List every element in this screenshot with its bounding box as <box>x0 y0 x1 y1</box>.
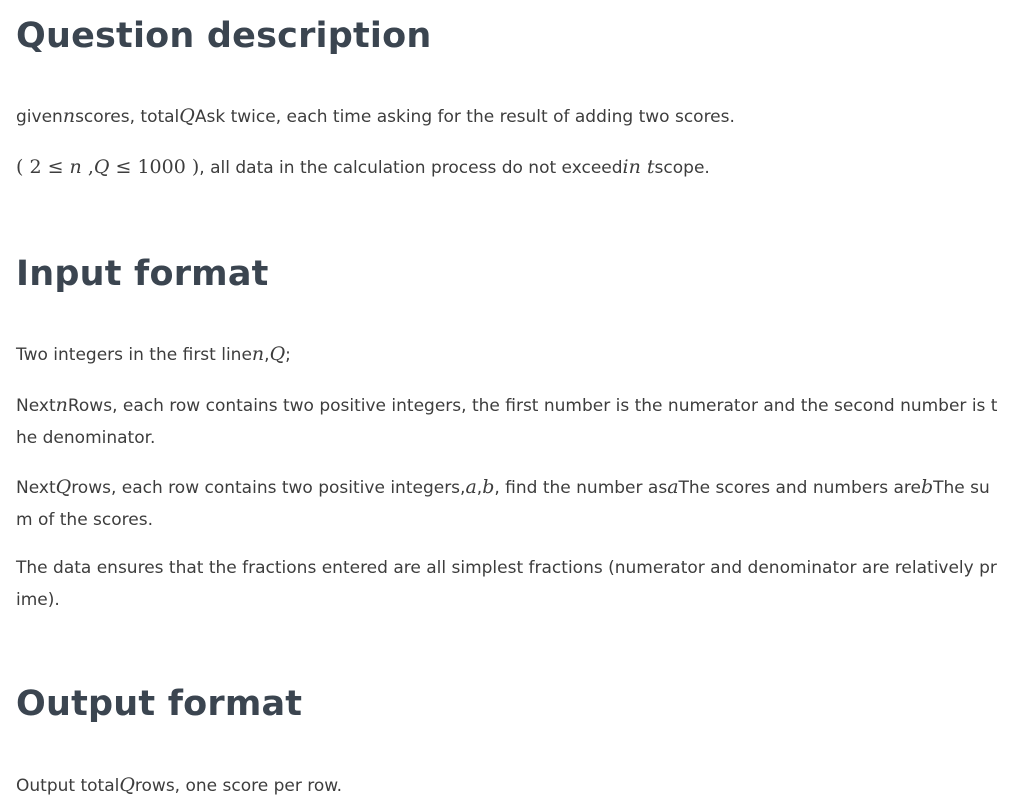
math-n: n <box>69 156 82 178</box>
text: scores, total <box>75 107 180 127</box>
math-in: in <box>622 156 641 178</box>
math-le: ≤ <box>41 156 70 178</box>
input-paragraph-2: NextnRows, each row contains two positiv… <box>16 389 1001 454</box>
input-paragraph-4: The data ensures that the fractions ente… <box>16 552 1001 616</box>
text: given <box>16 107 63 127</box>
text: Ask twice, each time asking for the resu… <box>194 107 735 127</box>
text: ; <box>285 345 291 365</box>
math-2: 2 <box>29 156 42 178</box>
text: rows, one score per row. <box>134 776 343 796</box>
heading-output-format: Output format <box>16 684 303 724</box>
math-1000: 1000 <box>137 156 186 178</box>
description-paragraph-2: ( 2 ≤ n ,Q ≤ 1000 ), all data in the cal… <box>16 151 1001 184</box>
text: Two integers in the first line <box>16 345 252 365</box>
math-t: t <box>640 156 655 178</box>
input-paragraph-1: Two integers in the first linen,Q; <box>16 338 1001 371</box>
math-n: n <box>62 105 76 127</box>
text: The data ensures that the fractions ente… <box>16 558 997 610</box>
math-Q: Q <box>269 343 286 365</box>
description-paragraph-1: givennscores, totalQAsk twice, each time… <box>16 100 1001 133</box>
input-paragraph-3: NextQrows, each row contains two positiv… <box>16 471 1001 536</box>
text: scope. <box>654 158 710 178</box>
text: The scores and numbers are <box>678 478 921 498</box>
math-Q: Q <box>119 774 135 796</box>
math-comma: , <box>81 156 94 178</box>
math-a: a <box>465 476 477 498</box>
math-n: n <box>251 343 265 365</box>
math-Q: Q <box>179 105 195 127</box>
text: Rows, each row contains two positive int… <box>16 396 998 448</box>
text: Next <box>16 478 56 498</box>
math-open-paren: ( <box>16 156 30 178</box>
text: rows, each row contains two positive int… <box>71 478 466 498</box>
math-b: b <box>920 476 934 498</box>
math-n: n <box>55 394 68 416</box>
text: Output total <box>16 776 120 796</box>
text: , all data in the calculation process do… <box>199 158 623 178</box>
heading-question-description: Question description <box>16 16 432 56</box>
math-le: ≤ <box>109 156 138 178</box>
math-a: a <box>667 476 679 498</box>
text: Next <box>16 396 56 416</box>
math-close-paren: ) <box>185 156 200 178</box>
text: , find the number as <box>494 478 668 498</box>
math-b: b <box>482 476 495 498</box>
math-Q: Q <box>55 476 72 498</box>
math-Q: Q <box>93 156 110 178</box>
output-paragraph-1: Output totalQrows, one score per row. <box>16 769 1001 802</box>
heading-input-format: Input format <box>16 254 269 294</box>
